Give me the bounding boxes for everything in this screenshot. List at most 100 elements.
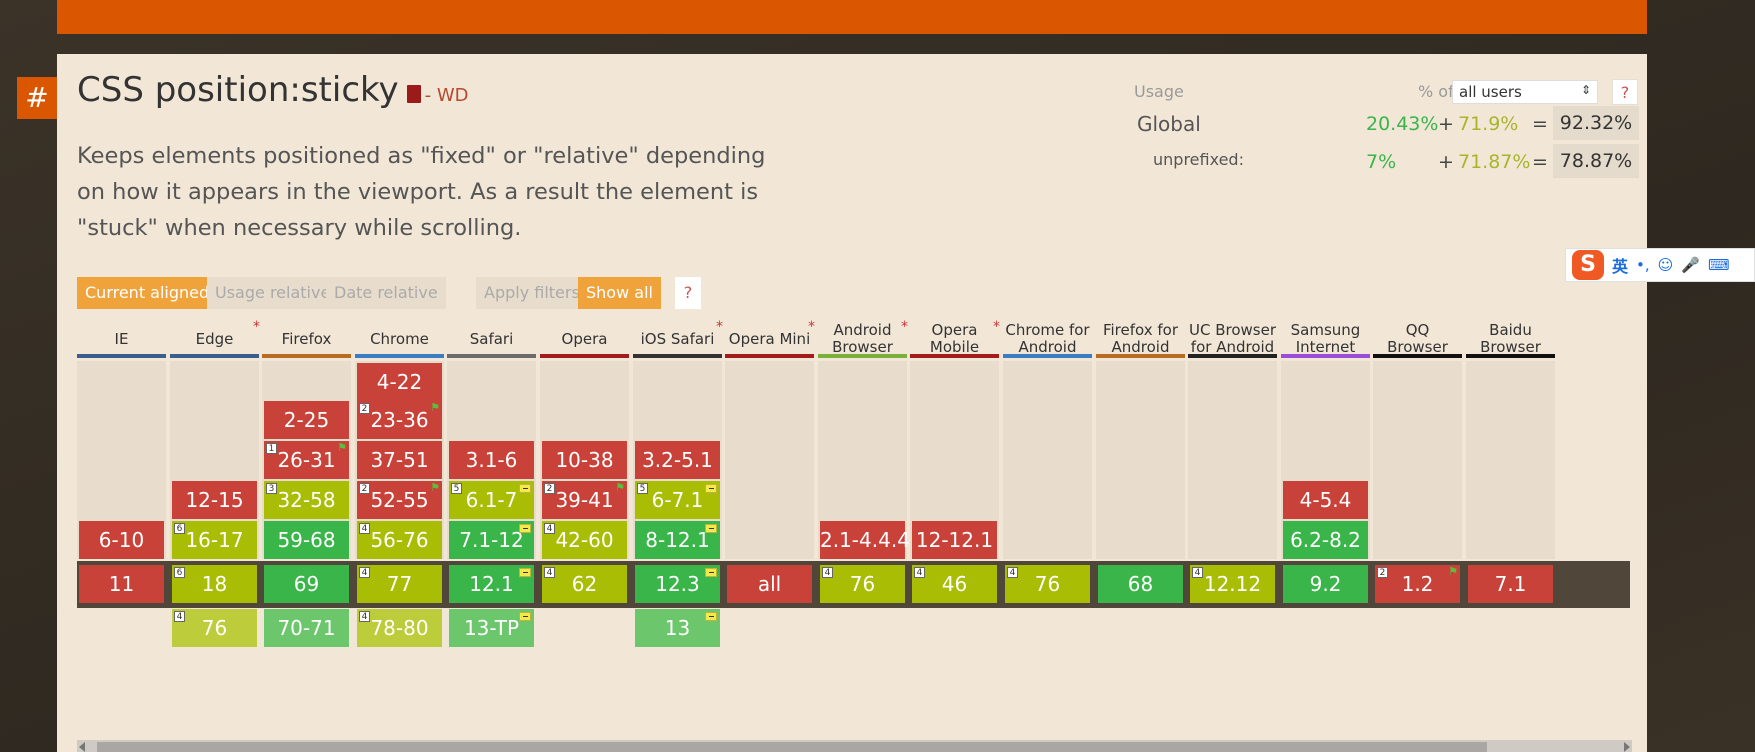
version-range: 7.1 — [1494, 572, 1527, 596]
note-badge[interactable]: 6 — [174, 523, 185, 534]
note-badge[interactable]: 4 — [174, 611, 185, 622]
current-version-cell[interactable]: 7.1 — [1468, 565, 1553, 603]
browser-asterisk[interactable]: * — [901, 319, 908, 336]
note-badge[interactable]: 2 — [544, 483, 555, 494]
version-cell[interactable]: 3.2-5.1 — [635, 441, 720, 479]
note-badge[interactable]: 2 — [1377, 567, 1388, 578]
current-version-cell[interactable]: 9.2 — [1283, 565, 1368, 603]
note-badge[interactable]: 4 — [359, 523, 370, 534]
current-version-cell[interactable]: 18 6 — [172, 565, 257, 603]
anchor-link[interactable]: # — [17, 77, 57, 119]
ime-language-toggle[interactable]: 英 — [1612, 253, 1628, 277]
note-badge[interactable]: 4 — [359, 611, 370, 622]
version-cell[interactable]: 78-80 4 — [357, 609, 442, 647]
version-cell[interactable]: 39-41 2 ⚑ — [542, 481, 627, 519]
version-cell[interactable]: 7.1-12 — [449, 521, 534, 559]
current-version-cell[interactable]: 11 — [79, 565, 164, 603]
browser-asterisk[interactable]: * — [716, 319, 723, 336]
version-cell[interactable]: 76 4 — [172, 609, 257, 647]
emoji-icon[interactable]: ☺ — [1658, 256, 1674, 274]
note-badge[interactable]: 4 — [359, 567, 370, 578]
version-cell[interactable]: 23-36 2 ⚑ — [357, 401, 442, 439]
prefix-needed-icon — [519, 524, 531, 533]
current-version-cell[interactable]: 46 4 — [912, 565, 997, 603]
current-version-cell[interactable]: all — [727, 565, 812, 603]
spec-status[interactable]: - WD — [425, 85, 469, 106]
version-cell[interactable]: 42-60 4 — [542, 521, 627, 559]
version-cell[interactable]: 56-76 4 — [357, 521, 442, 559]
note-badge[interactable]: 3 — [266, 483, 277, 494]
version-cell[interactable]: 2-25 — [264, 401, 349, 439]
version-cell[interactable]: 70-71 — [264, 609, 349, 647]
date-relative-button[interactable]: Date relative — [326, 277, 446, 309]
prefix-needed-icon — [705, 524, 717, 533]
show-all-button[interactable]: Show all — [578, 277, 661, 309]
note-badge[interactable]: 2 — [359, 403, 370, 414]
current-aligned-button[interactable]: Current aligned — [77, 277, 218, 309]
current-version-cell[interactable]: 62 4 — [542, 565, 627, 603]
sogou-logo-icon[interactable]: S — [1572, 250, 1604, 280]
version-cell[interactable]: 59-68 — [264, 521, 349, 559]
note-badge[interactable]: 5 — [637, 483, 648, 494]
current-version-cell[interactable]: 1.2 2 ⚑ — [1375, 565, 1460, 603]
users-select[interactable]: all users ⇕ — [1452, 80, 1598, 104]
version-cell[interactable]: 37-51 — [357, 441, 442, 479]
current-version-cell[interactable]: 12.3 — [635, 565, 720, 603]
usage-relative-button[interactable]: Usage relative — [207, 277, 339, 309]
note-badge[interactable]: 4 — [544, 567, 555, 578]
note-badge[interactable]: 4 — [822, 567, 833, 578]
version-range: 76 — [1034, 572, 1061, 596]
version-cell[interactable]: 4-22 — [357, 363, 442, 401]
microphone-icon[interactable]: 🎤 — [1681, 256, 1700, 274]
ime-toolbar[interactable]: S 英 •, ☺ 🎤 ⌨ — [1565, 248, 1755, 282]
browser-asterisk[interactable]: * — [253, 319, 260, 336]
view-help-button[interactable]: ? — [675, 277, 701, 309]
version-cell[interactable]: 3.1-6 — [449, 441, 534, 479]
horizontal-scrollbar[interactable] — [77, 740, 1632, 752]
version-cell[interactable]: 32-58 3 — [264, 481, 349, 519]
keyboard-icon[interactable]: ⌨ — [1708, 256, 1730, 274]
version-cell[interactable]: 13 — [635, 609, 720, 647]
version-cell[interactable]: 12-15 — [172, 481, 257, 519]
browser-color-line — [355, 354, 444, 358]
usage-help-button[interactable]: ? — [1612, 79, 1638, 105]
current-version-cell[interactable]: 77 4 — [357, 565, 442, 603]
version-range: 69 — [293, 572, 320, 596]
version-cell[interactable]: 6-10 — [79, 521, 164, 559]
note-badge[interactable]: 6 — [174, 567, 185, 578]
current-version-cell[interactable]: 68 — [1098, 565, 1183, 603]
note-badge[interactable]: 5 — [451, 483, 462, 494]
current-version-cell[interactable]: 76 4 — [820, 565, 905, 603]
spec-document-icon[interactable] — [406, 85, 421, 103]
version-cell[interactable]: 10-38 — [542, 441, 627, 479]
note-badge[interactable]: 4 — [1007, 567, 1018, 578]
note-badge[interactable]: 1 — [266, 443, 277, 454]
current-version-cell[interactable]: 76 4 — [1005, 565, 1090, 603]
version-cell[interactable]: 8-12.1 — [635, 521, 720, 559]
version-cell[interactable]: 2.1-4.4.4 — [820, 521, 910, 559]
scrollbar-thumb[interactable] — [97, 742, 1487, 752]
version-cell[interactable]: 6.1-7 5 — [449, 481, 534, 519]
current-version-cell[interactable]: 12.1 — [449, 565, 534, 603]
browser-asterisk[interactable]: * — [808, 319, 815, 336]
version-cell[interactable]: 26-31 1 ⚑ — [264, 441, 349, 479]
version-cell[interactable]: 4-5.4 — [1283, 481, 1368, 519]
current-version-cell[interactable]: 69 — [264, 565, 349, 603]
version-cell[interactable]: 52-55 2 ⚑ — [357, 481, 442, 519]
note-badge[interactable]: 4 — [1192, 567, 1203, 578]
version-cell[interactable]: 13-TP — [449, 609, 534, 647]
current-version-cell[interactable]: 12.12 4 — [1190, 565, 1275, 603]
scroll-right-icon[interactable] — [1624, 742, 1630, 752]
note-badge[interactable]: 2 — [359, 483, 370, 494]
note-badge[interactable]: 4 — [544, 523, 555, 534]
scroll-left-icon[interactable] — [79, 742, 85, 752]
punctuation-icon[interactable]: •, — [1636, 256, 1650, 274]
version-cell[interactable]: 12-12.1 — [912, 521, 997, 559]
note-badge[interactable]: 4 — [914, 567, 925, 578]
apply-filters-button[interactable]: Apply filters — [476, 277, 588, 309]
browser-asterisk[interactable]: * — [993, 319, 1000, 336]
version-cell[interactable]: 6-7.1 5 — [635, 481, 720, 519]
version-cell[interactable]: 16-17 6 — [172, 521, 257, 559]
version-range: 37-51 — [370, 448, 429, 472]
version-cell[interactable]: 6.2-8.2 — [1283, 521, 1368, 559]
